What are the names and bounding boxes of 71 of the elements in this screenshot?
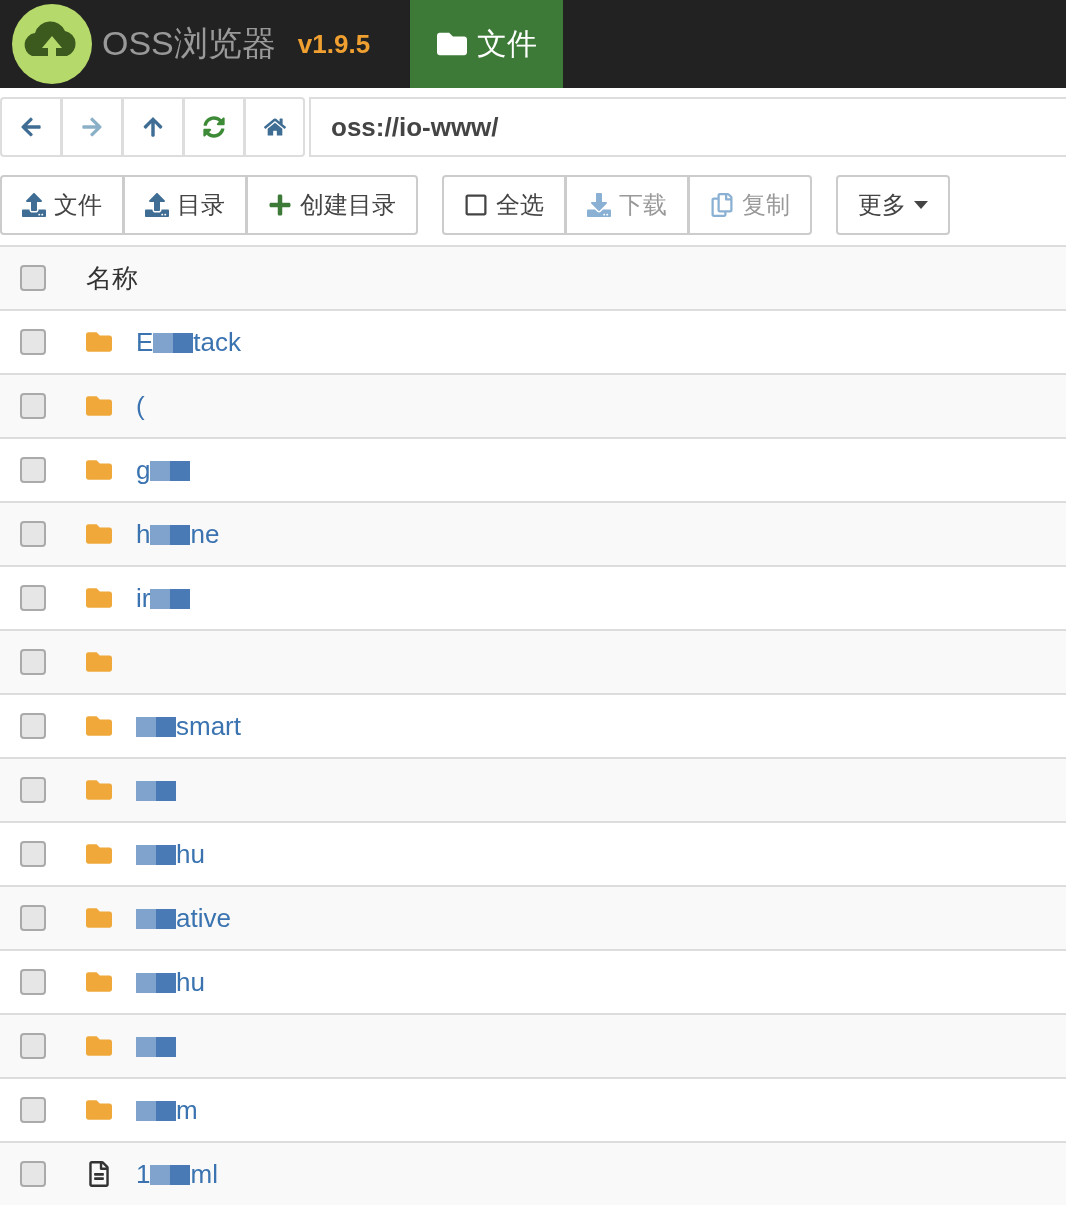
row-checkbox[interactable] [20, 969, 46, 995]
row-checkbox[interactable] [20, 585, 46, 611]
back-button[interactable] [0, 97, 61, 157]
home-icon [263, 116, 286, 138]
row-checkbox[interactable] [20, 905, 46, 931]
file-icon [86, 1161, 112, 1187]
upload-icon [145, 193, 169, 217]
copy-icon [710, 193, 734, 217]
toolbar-button[interactable]: 更多 [836, 175, 950, 235]
download-icon [587, 193, 611, 217]
folder-icon [86, 329, 112, 355]
refresh-icon [203, 116, 225, 138]
item-name[interactable]: ne [190, 518, 220, 550]
row-checkbox[interactable] [20, 1097, 46, 1123]
folder-icon [86, 393, 112, 419]
row-checkbox[interactable] [20, 1161, 46, 1187]
folder-icon [86, 1033, 112, 1059]
folder-icon [86, 969, 112, 995]
folder-icon [86, 905, 112, 931]
folder-icon [86, 777, 112, 803]
item-name[interactable]: g [136, 454, 151, 486]
item-name[interactable]: E [136, 326, 154, 358]
toolbar-button[interactable]: 全选 [442, 175, 565, 235]
folder-icon [86, 1097, 112, 1123]
select-all-checkbox[interactable] [20, 265, 46, 291]
item-name[interactable]: ative [176, 902, 231, 934]
forward-button[interactable] [61, 97, 122, 157]
forward-icon [81, 116, 103, 138]
files-tab[interactable]: 文件 [410, 0, 564, 88]
item-name[interactable]: smart [176, 710, 241, 742]
home-button[interactable] [244, 97, 305, 157]
cloud-logo-icon [12, 4, 92, 84]
checkbox-icon [464, 193, 488, 217]
version-label: v1.9.5 [297, 28, 371, 60]
row-checkbox[interactable] [20, 329, 46, 355]
item-name[interactable]: ml [190, 1158, 218, 1190]
item-name[interactable]: hu [176, 966, 205, 998]
back-icon [20, 116, 42, 138]
app-title: OSS浏览器 [102, 23, 276, 64]
item-name[interactable]: m [176, 1094, 198, 1126]
item-name[interactable]: 1 [136, 1158, 151, 1190]
item-name[interactable]: ir [136, 582, 151, 614]
column-header: 名称 [86, 261, 138, 295]
up-icon [142, 116, 164, 138]
caret-icon [914, 201, 928, 209]
folder-icon [86, 841, 112, 867]
toolbar-button[interactable]: 目录 [123, 175, 246, 235]
row-checkbox[interactable] [20, 713, 46, 739]
row-checkbox[interactable] [20, 521, 46, 547]
refresh-button[interactable] [183, 97, 244, 157]
folder-icon [86, 649, 112, 675]
address-field[interactable]: oss://io-www/ [309, 97, 1066, 157]
row-checkbox[interactable] [20, 393, 46, 419]
row-checkbox[interactable] [20, 841, 46, 867]
folder-icon [86, 457, 112, 483]
folder-icon [86, 521, 112, 547]
plus-icon [268, 193, 292, 217]
up-button[interactable] [122, 97, 183, 157]
item-name[interactable]: hu [176, 838, 205, 870]
folder-icon [86, 713, 112, 739]
item-name[interactable]: h [136, 518, 151, 550]
row-checkbox[interactable] [20, 457, 46, 483]
toolbar-button[interactable]: 文件 [0, 175, 123, 235]
item-name[interactable]: tack [193, 326, 242, 358]
row-checkbox[interactable] [20, 1033, 46, 1059]
toolbar-button[interactable]: 创建目录 [246, 175, 418, 235]
folder-icon [86, 585, 112, 611]
item-name[interactable]: ( [136, 390, 145, 422]
row-checkbox[interactable] [20, 777, 46, 803]
upload-icon [22, 193, 46, 217]
row-checkbox[interactable] [20, 649, 46, 675]
